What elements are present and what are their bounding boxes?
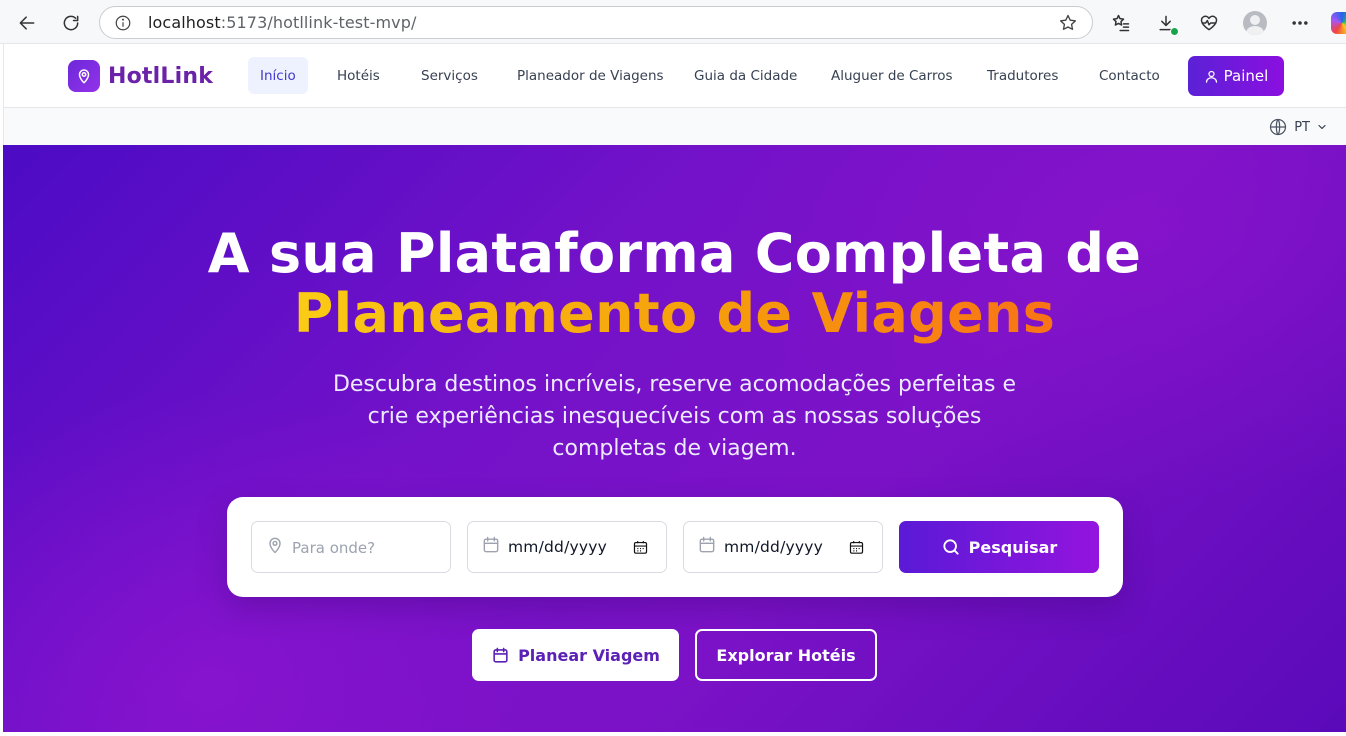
ellipsis-icon <box>1292 21 1308 25</box>
url-text: localhost:5173/hotllink-test-mvp/ <box>148 13 416 32</box>
url-host: localhost <box>148 13 221 32</box>
nav-link-inicio[interactable]: Início <box>248 57 308 94</box>
search-card: mm/dd/yyyy mm/dd/yyyy Pesquisar <box>227 497 1123 597</box>
profile-avatar[interactable] <box>1243 11 1267 35</box>
download-complete-badge <box>1170 27 1179 36</box>
date-picker-icon[interactable] <box>632 539 649 556</box>
search-button-label: Pesquisar <box>968 537 1058 557</box>
checkin-date-field[interactable]: mm/dd/yyyy <box>467 521 667 573</box>
nav-link-planeador-de-viagens[interactable]: Planeador de Viagens <box>505 57 676 94</box>
language-selector[interactable]: PT <box>1268 117 1328 137</box>
site-navbar: HotlLink Início Hotéis Serviços Planeado… <box>3 44 1346 108</box>
chevron-down-icon <box>1318 124 1326 130</box>
back-button[interactable] <box>11 7 43 39</box>
plan-trip-button-label: Planear Viagem <box>518 645 660 665</box>
brand-logo[interactable]: HotlLink <box>68 59 213 93</box>
heart-pulse-icon <box>1200 15 1218 31</box>
arrow-left-icon <box>19 16 35 30</box>
checkout-date-field[interactable]: mm/dd/yyyy <box>683 521 883 573</box>
globe-icon <box>1270 118 1287 136</box>
calendar-icon <box>493 647 508 663</box>
nav-link-tradutores[interactable]: Tradutores <box>975 57 1070 94</box>
hero-title-line1: A sua Plataforma Completa de <box>207 222 1142 285</box>
nav-link-contacto[interactable]: Contacto <box>1087 57 1172 94</box>
favorite-star-icon[interactable] <box>1058 13 1078 33</box>
map-pin-logo-icon <box>68 60 100 92</box>
dashboard-button-label: Painel <box>1223 67 1269 85</box>
explore-hotels-button[interactable]: Explorar Hotéis <box>695 629 877 681</box>
address-bar[interactable]: localhost:5173/hotllink-test-mvp/ <box>99 6 1093 39</box>
dashboard-button[interactable]: Painel <box>1188 56 1284 96</box>
plan-trip-button[interactable]: Planear Viagem <box>472 629 679 681</box>
search-button[interactable]: Pesquisar <box>899 521 1099 573</box>
hero-title-highlight: Planeamento de Viagens <box>293 282 1056 345</box>
reload-icon <box>63 15 79 31</box>
nav-link-servicos[interactable]: Serviços <box>409 57 490 94</box>
copilot-icon[interactable] <box>1331 12 1346 34</box>
browser-toolbar: localhost:5173/hotllink-test-mvp/ <box>0 0 1346 44</box>
hero-section: A sua Plataforma Completa de Planeamento… <box>3 145 1346 732</box>
hero-subtitle: Descubra destinos incríveis, reserve aco… <box>332 372 1017 461</box>
nav-link-aluguer-de-carros[interactable]: Aluguer de Carros <box>819 57 965 94</box>
hero-title: A sua Plataforma Completa de Planeamento… <box>3 224 1346 344</box>
search-icon <box>943 539 959 555</box>
browser-essentials-button[interactable] <box>1193 7 1225 39</box>
downloads-button[interactable] <box>1150 7 1182 39</box>
more-menu-button[interactable] <box>1284 7 1316 39</box>
url-path: :5173/hotllink-test-mvp/ <box>220 13 417 32</box>
site-info-icon[interactable] <box>114 14 132 32</box>
nav-link-guia-da-cidade[interactable]: Guia da Cidade <box>682 57 809 94</box>
destination-field[interactable] <box>251 521 451 573</box>
date-picker-icon[interactable] <box>848 539 865 556</box>
calendar-icon <box>481 535 501 555</box>
map-pin-icon <box>265 535 285 555</box>
explore-hotels-button-label: Explorar Hotéis <box>716 645 856 665</box>
brand-name: HotlLink <box>108 63 214 89</box>
language-bar: PT <box>3 108 1346 145</box>
user-icon <box>1205 70 1217 83</box>
destination-input[interactable] <box>292 536 442 560</box>
calendar-icon <box>697 535 717 555</box>
checkout-date-value: mm/dd/yyyy <box>724 538 824 556</box>
favorites-button[interactable] <box>1105 7 1137 39</box>
nav-link-hoteis[interactable]: Hotéis <box>325 57 392 94</box>
favorites-list-icon <box>1112 14 1130 32</box>
reload-button[interactable] <box>55 7 87 39</box>
checkin-date-value: mm/dd/yyyy <box>508 538 608 556</box>
language-code: PT <box>1294 119 1310 135</box>
